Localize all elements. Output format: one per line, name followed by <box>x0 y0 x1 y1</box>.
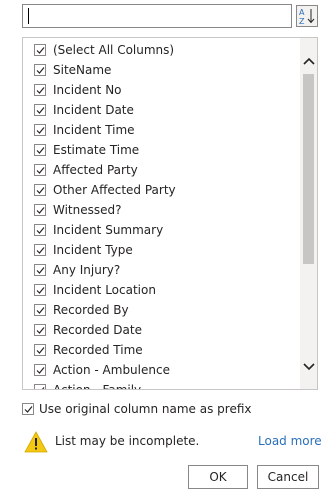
list-item[interactable]: SiteName <box>23 60 301 80</box>
checkmark-icon <box>36 207 45 214</box>
column-label: Recorded Date <box>53 323 142 337</box>
chevron-up-icon <box>302 57 315 65</box>
list-item[interactable]: Action - Ambulence <box>23 360 301 380</box>
column-label: Incident Summary <box>53 223 164 237</box>
column-label: Incident Date <box>53 103 134 117</box>
sort-ascending-button[interactable]: A Z <box>296 5 318 27</box>
column-checkbox[interactable] <box>34 64 46 76</box>
svg-text:Z: Z <box>299 17 305 25</box>
column-label: Affected Party <box>53 163 138 177</box>
prefix-label: Use original column name as prefix <box>39 402 252 416</box>
column-checkbox[interactable] <box>34 84 46 96</box>
svg-text:A: A <box>299 8 305 17</box>
ok-button[interactable]: OK <box>188 465 248 489</box>
checkmark-icon <box>36 327 45 334</box>
checkmark-icon <box>36 107 45 114</box>
chevron-down-icon <box>302 362 315 370</box>
column-label: Action - Ambulence <box>53 363 170 377</box>
column-checkbox[interactable] <box>34 224 46 236</box>
column-label: SiteName <box>53 63 112 77</box>
column-checkbox[interactable] <box>34 384 46 389</box>
list-item[interactable]: Recorded Time <box>23 340 301 360</box>
list-item[interactable]: Any Injury? <box>23 260 301 280</box>
column-checkbox[interactable] <box>34 284 46 296</box>
column-label: (Select All Columns) <box>53 43 175 57</box>
checkmark-icon <box>36 307 45 314</box>
list-item[interactable]: Recorded Date <box>23 320 301 340</box>
list-item[interactable]: Witnessed? <box>23 200 301 220</box>
column-label: Any Injury? <box>53 263 121 277</box>
warning-message: List may be incomplete. <box>55 434 200 448</box>
column-label: Recorded By <box>53 303 129 317</box>
column-checkbox[interactable] <box>34 344 46 356</box>
column-checkbox[interactable] <box>34 144 46 156</box>
column-label: Other Affected Party <box>53 183 176 197</box>
list-item[interactable]: Incident Time <box>23 120 301 140</box>
list-item[interactable]: Incident No <box>23 80 301 100</box>
checkmark-icon <box>36 47 45 54</box>
column-list[interactable]: (Select All Columns) SiteName Incident No I… <box>22 37 318 390</box>
list-item[interactable]: Incident Type <box>23 240 301 260</box>
cancel-button[interactable]: Cancel <box>257 465 319 489</box>
column-checkbox[interactable] <box>34 324 46 336</box>
scroll-thumb[interactable] <box>303 74 314 264</box>
column-label: Estimate Time <box>53 143 140 157</box>
load-more-link[interactable]: Load more <box>258 434 322 448</box>
column-checkbox[interactable] <box>34 244 46 256</box>
column-checkbox[interactable] <box>34 364 46 376</box>
checkmark-icon <box>36 267 45 274</box>
text-caret <box>28 8 29 24</box>
column-checkbox[interactable] <box>34 184 46 196</box>
checkmark-icon <box>36 187 45 194</box>
list-item[interactable]: Action - Family <box>23 380 301 390</box>
prefix-option[interactable]: Use original column name as prefix <box>22 401 282 417</box>
sort-ascending-icon: A Z <box>299 8 315 25</box>
checkmark-icon <box>36 247 45 254</box>
column-label: Witnessed? <box>53 203 122 217</box>
checkmark-icon <box>36 367 45 374</box>
list-item[interactable]: (Select All Columns) <box>23 40 301 60</box>
search-input[interactable] <box>22 4 292 28</box>
list-item[interactable]: Incident Summary <box>23 220 301 240</box>
checkmark-icon <box>41 387 45 389</box>
list-item[interactable]: Recorded By <box>23 300 301 320</box>
list-item[interactable]: Other Affected Party <box>23 180 301 200</box>
column-label: Action - Family <box>53 383 142 390</box>
column-label: Incident Time <box>53 123 135 137</box>
checkmark-icon <box>36 227 45 234</box>
checkmark-icon <box>36 67 45 74</box>
list-item[interactable]: Affected Party <box>23 160 301 180</box>
vertical-scrollbar[interactable] <box>300 38 317 389</box>
column-checkbox[interactable] <box>34 104 46 116</box>
list-item[interactable]: Incident Date <box>23 100 301 120</box>
checkmark-icon <box>36 167 45 174</box>
warning-icon <box>24 431 48 453</box>
scroll-down-button[interactable] <box>300 358 317 375</box>
checkmark-icon <box>36 347 45 354</box>
column-checkbox[interactable] <box>34 164 46 176</box>
list-item[interactable]: Estimate Time <box>23 140 301 160</box>
column-label: Recorded Time <box>53 343 143 357</box>
column-label: Incident Location <box>53 283 156 297</box>
column-checkbox[interactable] <box>34 264 46 276</box>
checkmark-icon <box>36 127 45 134</box>
scroll-up-button[interactable] <box>300 52 317 69</box>
column-label: Incident No <box>53 83 122 97</box>
list-item[interactable]: Incident Location <box>23 280 301 300</box>
column-checkbox[interactable] <box>34 44 46 56</box>
column-checkbox[interactable] <box>34 304 46 316</box>
prefix-checkbox[interactable] <box>22 403 34 415</box>
checkmark-icon <box>36 87 45 94</box>
checkmark-icon <box>36 147 45 154</box>
checkmark-icon <box>24 406 33 413</box>
column-checkbox[interactable] <box>34 124 46 136</box>
column-label: Incident Type <box>53 243 133 257</box>
column-checkbox[interactable] <box>34 204 46 216</box>
checkmark-icon <box>36 287 45 294</box>
